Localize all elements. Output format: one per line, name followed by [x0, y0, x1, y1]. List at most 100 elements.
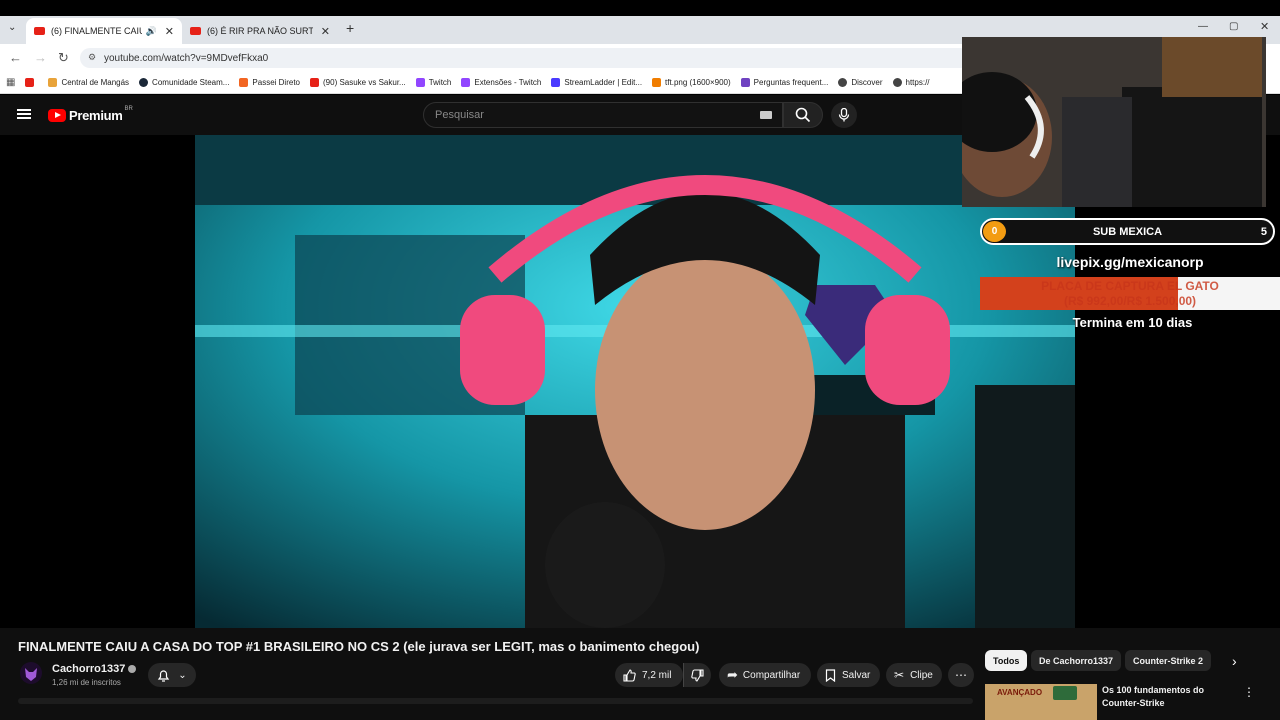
thumbnail-icon-box [1053, 686, 1077, 700]
reload-icon[interactable]: ↻ [58, 50, 69, 66]
youtube-play-icon [48, 109, 66, 122]
chip-de-cachorro1337[interactable]: De Cachorro1337 [1031, 650, 1122, 671]
video-title: FINALMENTE CAIU A CASA DO TOP #1 BRASILE… [18, 639, 700, 654]
save-button[interactable]: Salvar [817, 663, 880, 687]
bookmark-item[interactable]: Twitch [415, 78, 451, 87]
donation-goal-bar: PLACA DE CAPTURA EL GATO (R$ 992,00/R$ 1… [980, 277, 1280, 310]
donation-goal-text: PLACA DE CAPTURA EL GATO (R$ 992,00/R$ 1… [980, 279, 1280, 309]
livepix-link-text: livepix.gg/mexicanorp [1056, 254, 1204, 270]
share-button[interactable]: ➦ Compartilhar [719, 663, 811, 687]
goal-ends-text: Termina em 10 dias [1072, 315, 1193, 330]
menu-hamburger-icon[interactable] [17, 109, 31, 119]
bookmark-item[interactable]: (90) Sasuke vs Sakur... [310, 78, 406, 87]
chip-counter-strike-2[interactable]: Counter-Strike 2 [1125, 650, 1212, 671]
more-horizontal-icon: ⋯ [955, 668, 967, 682]
bell-icon [158, 669, 170, 682]
notification-bell-button[interactable]: ⌄ [148, 663, 196, 687]
bookmark-favicon-icon [652, 78, 662, 87]
search-placeholder: Pesquisar [435, 109, 484, 121]
search-icon [795, 107, 811, 123]
tab-active[interactable]: (6) FINALMENTE CAIU A CA 🔊 ✕ [26, 18, 182, 44]
webcam-overlay [962, 37, 1266, 207]
subscriber-count: 1,26 mi de inscritos [52, 678, 121, 687]
thumbnail-text: AVANÇADO [997, 688, 1043, 697]
youtube-favicon-icon [34, 27, 45, 35]
forward-arrow-icon[interactable]: → [34, 50, 47, 65]
search-button[interactable] [783, 102, 823, 128]
logo-text: Premium [69, 108, 123, 123]
scissors-icon: ✂ [894, 668, 905, 682]
chevron-down-icon: ⌄ [178, 669, 187, 681]
channel-avatar[interactable] [20, 662, 42, 684]
chip-todos[interactable]: Todos [985, 650, 1028, 671]
dog-logo-icon [25, 668, 37, 681]
site-settings-icon[interactable]: ⚙ [88, 52, 96, 63]
bookmark-item[interactable]: Extensões - Twitch [461, 78, 541, 87]
verified-badge-icon [128, 665, 137, 673]
bookmark-favicon-icon [48, 78, 58, 87]
tab-title: (6) É RIR PRA NÃO SURTAR! ME [207, 26, 313, 36]
donation-goal-amount: (R$ 992,00/R$ 1.500,00) [1063, 294, 1197, 308]
close-tab-icon[interactable]: ✕ [165, 25, 174, 38]
youtube-premium-logo[interactable]: Premium BR [48, 105, 133, 123]
keyboard-icon[interactable] [760, 111, 772, 119]
webcam-image [962, 37, 1266, 207]
thumbs-down-icon [691, 668, 704, 682]
bookmark-item[interactable]: Discover [838, 78, 883, 87]
bookmark-favicon-icon [415, 78, 425, 87]
channel-name: Cachorro1337 [52, 663, 126, 675]
tab-inactive[interactable]: (6) É RIR PRA NÃO SURTAR! ME ✕ [182, 18, 338, 44]
recommended-title[interactable]: Os 100 fundamentos do Counter-Strike [1102, 684, 1232, 710]
bookmark-item[interactable]: https:// [892, 78, 930, 87]
video-player[interactable] [195, 135, 1075, 628]
bookmark-favicon-icon [139, 78, 149, 87]
more-actions-button[interactable]: ⋯ [948, 663, 974, 687]
bookmark-item[interactable]: Passei Direto [239, 78, 300, 87]
dislike-button[interactable] [683, 663, 711, 687]
channel-name-row[interactable]: Cachorro1337 [52, 663, 137, 675]
sub-goal-label: SUB MEXICA [1092, 226, 1163, 238]
clip-button[interactable]: ✂ Clipe [886, 663, 942, 687]
bookmark-favicon-icon [239, 78, 249, 87]
minimize-icon[interactable]: — [1198, 21, 1208, 32]
recommended-thumbnail[interactable]: AVANÇADO [985, 684, 1097, 720]
search-input[interactable]: Pesquisar [423, 102, 783, 128]
youtube-favicon-icon [190, 27, 201, 35]
maximize-icon[interactable]: ▢ [1229, 21, 1238, 32]
speaker-icon[interactable]: 🔊 [146, 26, 157, 37]
bookmark-favicon-icon [551, 78, 561, 87]
thumbs-up-icon [623, 668, 636, 682]
window-close-icon[interactable]: ✕ [1260, 20, 1269, 33]
region-code: BR [124, 105, 133, 112]
close-tab-icon[interactable]: ✕ [321, 25, 330, 38]
back-arrow-icon[interactable]: ← [9, 50, 22, 65]
bookmark-item[interactable]: StreamLadder | Edit... [551, 78, 642, 87]
bookmark-favicon-icon [838, 78, 848, 87]
bookmark-favicon-icon [740, 78, 750, 87]
more-vertical-icon[interactable]: ⋮ [1243, 685, 1255, 699]
globe-icon [892, 78, 902, 87]
bookmark-item[interactable] [25, 78, 38, 87]
share-arrow-icon: ➦ [727, 667, 738, 682]
bookmark-item[interactable]: Perguntas frequent... [740, 78, 828, 87]
url-text: youtube.com/watch?v=9MDvefFkxa0 [104, 52, 269, 64]
stream-overlay-panel [1075, 207, 1280, 628]
bookmark-item[interactable]: Comunidade Steam... [139, 78, 229, 87]
tab-search-chevron-icon[interactable]: ⌄ [8, 22, 16, 33]
sub-goal-target: 5 [1260, 226, 1267, 238]
url-field[interactable]: ⚙ youtube.com/watch?v=9MDvefFkxa0 [80, 48, 970, 68]
like-count: 7,2 mil [642, 669, 672, 681]
bookmark-favicon-icon [461, 78, 471, 87]
new-tab-plus-icon[interactable]: + [346, 20, 354, 36]
bookmark-icon [825, 668, 836, 682]
sub-goal-counter: 0 SUB MEXICA 5 [980, 218, 1275, 245]
bookmark-item[interactable]: tft.png (1600×900) [652, 78, 731, 87]
apps-grid-icon[interactable]: ▦ [6, 77, 15, 88]
tab-title: (6) FINALMENTE CAIU A CA [51, 26, 142, 36]
bookmark-item[interactable]: Central de Mangás [48, 78, 129, 87]
chevron-right-icon[interactable]: › [1232, 653, 1237, 669]
like-button[interactable]: 7,2 mil [615, 663, 683, 687]
bookmark-favicon-icon [310, 78, 319, 87]
share-label: Compartilhar [742, 669, 801, 681]
voice-search-button[interactable] [831, 102, 857, 128]
